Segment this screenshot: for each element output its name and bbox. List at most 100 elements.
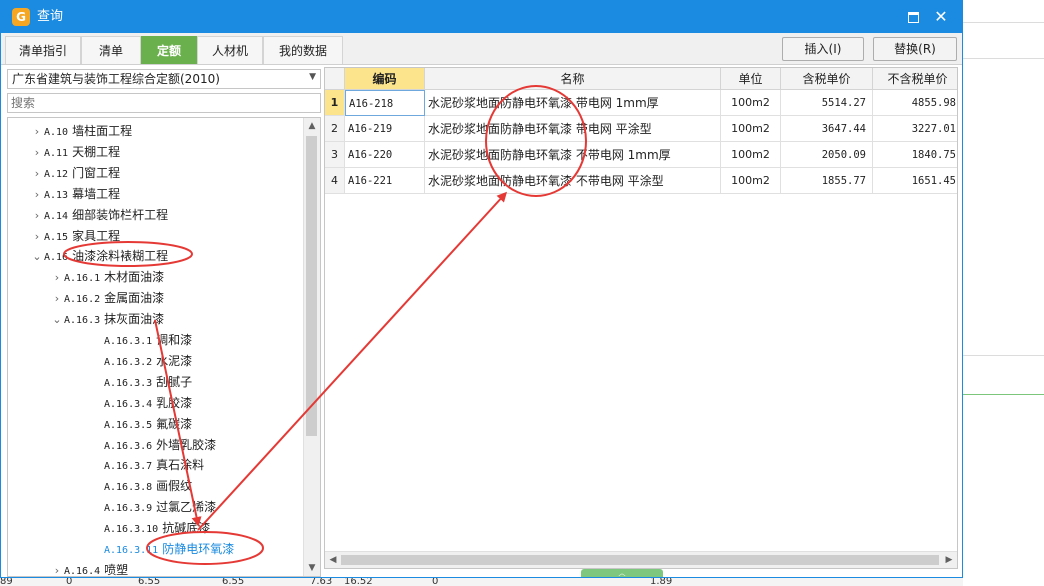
scrollbar-thumb[interactable] <box>306 136 317 436</box>
quota-set-value: 广东省建筑与装饰工程综合定额(2010) <box>12 72 220 86</box>
cell-unit[interactable]: 100m2 <box>721 90 781 116</box>
tree-node-code: A.16.3.9 <box>104 503 153 515</box>
tree-node-label: 门窗工程 <box>72 165 121 180</box>
cell-name[interactable]: 水泥砂浆地面防静电环氧漆 带电网 平涂型 <box>425 116 721 142</box>
tree-node[interactable]: A.16.3.6 外墙乳胶漆 <box>90 435 216 455</box>
background-status-row: 89 0 6.55 6.55 7.63 16.52 0 1.89 <box>0 578 963 586</box>
tab-bill[interactable]: 清单 <box>81 36 141 64</box>
row-number[interactable]: 3 <box>325 142 345 168</box>
expand-panel-button[interactable]: ︿ <box>581 569 663 577</box>
tree-node[interactable]: › A.14 细部装饰栏杆工程 <box>30 205 168 225</box>
tab-my-data[interactable]: 我的数据 <box>263 36 343 64</box>
tree-node-code: A.16.3.1 <box>104 336 153 347</box>
chevron-right-icon[interactable]: › <box>50 561 64 576</box>
tree-node[interactable]: ⌄ A.16 油漆涂料裱糊工程 <box>30 246 168 266</box>
column-header-price-tax[interactable]: 含税单价 <box>781 68 873 90</box>
column-header-unit[interactable]: 单位 <box>721 68 781 90</box>
insert-button[interactable]: 插入(I) <box>782 37 864 61</box>
tree-node[interactable]: A.16.3.10 抗碱底漆 <box>90 518 210 538</box>
column-header-price-notax[interactable]: 不含税单价 <box>873 68 957 90</box>
tree-node[interactable]: ⌄ A.16.3 抹灰面油漆 <box>50 309 164 329</box>
tree-scrollbar[interactable]: ▲ ▼ <box>303 118 320 576</box>
tree-node-code: A.16.3.5 <box>104 419 153 431</box>
tree-node[interactable]: A.16.3.9 过氯乙烯漆 <box>90 497 216 517</box>
chevron-right-icon[interactable]: › <box>30 185 44 205</box>
tree-node-label: 抹灰面油漆 <box>104 312 165 327</box>
cell-price-tax[interactable]: 5514.27 <box>781 90 873 116</box>
cell-code[interactable]: A16-221 <box>345 168 425 194</box>
column-header-code[interactable]: 编码 <box>345 68 425 90</box>
cell-code[interactable]: A16-220 <box>345 142 425 168</box>
bg-value: 0 <box>432 578 439 586</box>
tree-node[interactable]: A.16.3.8 画假纹 <box>90 476 192 496</box>
tree-node[interactable]: › A.13 幕墙工程 <box>30 184 120 204</box>
chevron-right-icon[interactable]: › <box>50 268 64 288</box>
tree-node-code: A.11 <box>44 147 69 159</box>
quota-set-select[interactable]: 广东省建筑与装饰工程综合定额(2010) ▼ <box>7 69 321 89</box>
cell-unit[interactable]: 100m2 <box>721 116 781 142</box>
cell-name[interactable]: 水泥砂浆地面防静电环氧漆 不带电网 平涂型 <box>425 168 721 194</box>
row-number[interactable]: 1 <box>325 90 345 116</box>
tree-node[interactable]: A.16.3.7 真石涂料 <box>90 455 204 475</box>
scrollbar-thumb[interactable] <box>341 555 939 565</box>
scroll-left-icon[interactable]: ◀ <box>325 552 341 568</box>
tree-node[interactable]: › A.16.1 木材面油漆 <box>50 267 164 287</box>
tree-node[interactable]: › A.15 家具工程 <box>30 226 120 246</box>
tree-node-code: A.16.1 <box>64 273 101 285</box>
maximize-button[interactable] <box>903 7 923 27</box>
chevron-right-icon[interactable]: › <box>50 289 64 309</box>
chevron-down-icon[interactable]: ⌄ <box>30 247 44 267</box>
cell-price-tax[interactable]: 1855.77 <box>781 168 873 194</box>
tree-node-code: A.16.3.2 <box>104 356 153 368</box>
cell-unit[interactable]: 100m2 <box>721 168 781 194</box>
cell-price-notax[interactable]: 1840.75 <box>873 142 957 168</box>
tree-node[interactable]: A.16.3.2 水泥漆 <box>90 351 192 371</box>
tree-node[interactable]: A.16.3.4 乳胶漆 <box>90 393 192 413</box>
cell-code[interactable]: A16-218 <box>345 90 425 116</box>
cell-price-notax[interactable]: 4855.98 <box>873 90 957 116</box>
cell-price-notax[interactable]: 3227.01 <box>873 116 957 142</box>
tree-node-label: 墙柱面工程 <box>72 124 133 138</box>
tab-labor-material-machine[interactable]: 人材机 <box>197 36 263 64</box>
tab-quota[interactable]: 定额 <box>141 36 197 64</box>
grid-horizontal-scrollbar[interactable]: ◀ ▶ <box>325 551 957 568</box>
tree-node[interactable]: › A.11 天棚工程 <box>30 142 120 162</box>
chevron-right-icon[interactable]: › <box>30 206 44 226</box>
tree-node-code: A.16.2 <box>64 294 101 306</box>
tree-node[interactable]: › A.10 墙柱面工程 <box>30 121 132 141</box>
cell-name[interactable]: 水泥砂浆地面防静电环氧漆 带电网 1mm厚 <box>425 90 721 116</box>
tree-node-code: A.16.3 <box>64 315 101 327</box>
column-header-name[interactable]: 名称 <box>425 68 721 90</box>
tree-node[interactable]: › A.16.2 金属面油漆 <box>50 288 164 308</box>
search-input[interactable] <box>7 93 321 113</box>
chevron-down-icon[interactable]: ⌄ <box>50 310 64 330</box>
tree-node-label: 家具工程 <box>72 228 121 243</box>
cell-price-tax[interactable]: 2050.09 <box>781 142 873 168</box>
tree-node[interactable]: › A.16.4 喷塑 <box>50 560 128 576</box>
tree-node[interactable]: A.16.3.1 调和漆 <box>90 330 192 350</box>
cell-name[interactable]: 水泥砂浆地面防静电环氧漆 不带电网 1mm厚 <box>425 142 721 168</box>
chevron-right-icon[interactable]: › <box>30 143 44 163</box>
title-bar[interactable]: G 查询 ✕ <box>1 1 962 33</box>
scroll-down-icon[interactable]: ▼ <box>304 560 320 576</box>
tree-node[interactable]: › A.12 门窗工程 <box>30 163 120 183</box>
tree-node[interactable]: A.16.3.5 氟碳漆 <box>90 414 192 434</box>
app-logo-icon: G <box>12 8 30 26</box>
replace-button[interactable]: 替换(R) <box>873 37 957 61</box>
scroll-up-icon[interactable]: ▲ <box>304 118 320 134</box>
tree-node[interactable]: A.16.3.3 刮腻子 <box>90 372 192 392</box>
chevron-right-icon[interactable]: › <box>30 122 44 142</box>
cell-code[interactable]: A16-219 <box>345 116 425 142</box>
tree-node-label: 防静电环氧漆 <box>162 542 235 556</box>
scroll-right-icon[interactable]: ▶ <box>941 552 957 568</box>
tab-bill-guide[interactable]: 清单指引 <box>5 36 81 64</box>
chevron-right-icon[interactable]: › <box>30 227 44 247</box>
tree-node[interactable]: A.16.3.11 防静电环氧漆 <box>90 539 234 559</box>
close-button[interactable]: ✕ <box>931 7 951 27</box>
row-number[interactable]: 4 <box>325 168 345 194</box>
cell-unit[interactable]: 100m2 <box>721 142 781 168</box>
cell-price-tax[interactable]: 3647.44 <box>781 116 873 142</box>
row-number[interactable]: 2 <box>325 116 345 142</box>
cell-price-notax[interactable]: 1651.45 <box>873 168 957 194</box>
chevron-right-icon[interactable]: › <box>30 164 44 184</box>
